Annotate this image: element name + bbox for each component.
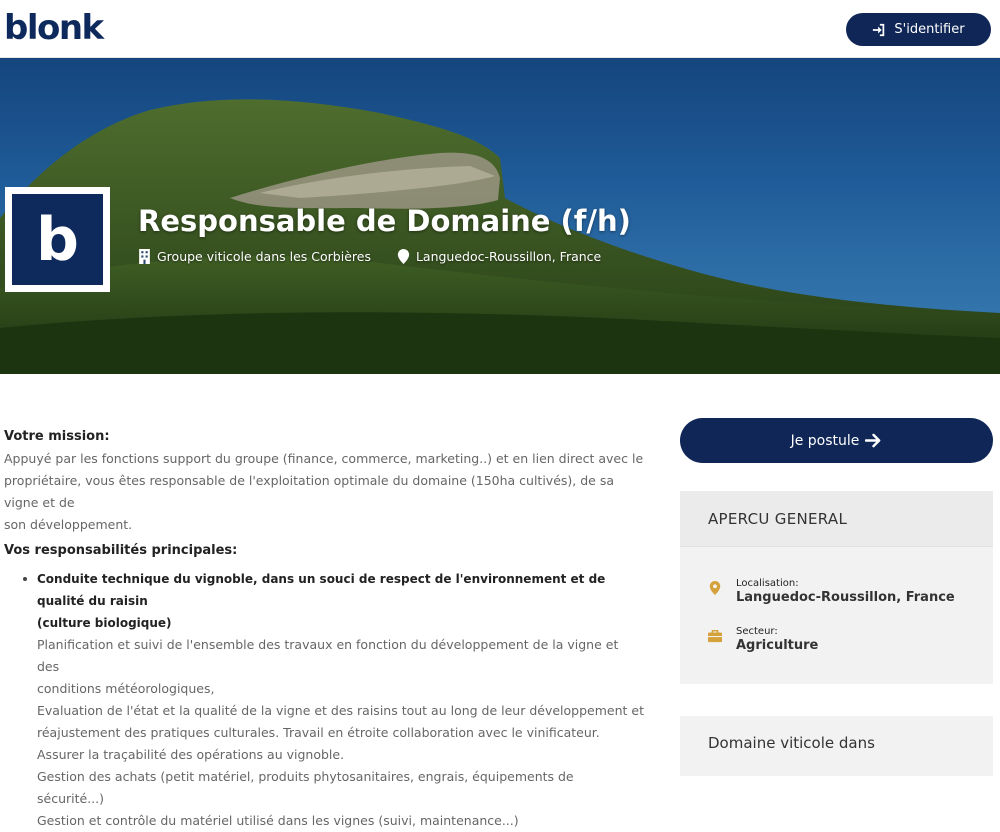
list-item-title: Conduite technique du vignoble, dans un …	[37, 572, 606, 608]
overview-title: APERCU GENERAL	[680, 491, 993, 547]
job-meta: Groupe viticole dans les Corbières Langu…	[138, 249, 601, 264]
list-item-line: Gestion et contrôle du matériel utilisé …	[37, 813, 519, 828]
location-pin-icon	[397, 249, 410, 264]
mission-line: propriétaire, vous êtes responsable de l…	[4, 473, 615, 510]
list-item-line: Gestion des achats (petit matériel, prod…	[37, 769, 574, 806]
sector-label: Secteur:	[736, 626, 778, 637]
list-item-line: Planification et suivi de l'ensemble des…	[37, 637, 619, 674]
briefcase-icon	[708, 630, 722, 643]
list-item: Conduite technique du vignoble, dans un …	[22, 568, 644, 832]
company-logo-letter: b	[12, 194, 103, 285]
building-icon	[139, 249, 150, 264]
company-panel: Domaine viticole dans	[680, 716, 993, 776]
job-title: Responsable de Domaine (f/h)	[138, 204, 631, 238]
location-label: Localisation:	[736, 578, 799, 589]
hero-banner: b Responsable de Domaine (f/h) Groupe vi…	[0, 58, 1000, 374]
list-item-title: (culture biologique)	[37, 616, 172, 630]
overview-sector-row: Secteur: Agriculture	[708, 626, 818, 654]
site-logo[interactable]: blonk	[4, 8, 104, 48]
overview-location-row: Localisation: Languedoc-Roussillon, Fran…	[708, 578, 955, 606]
mission-text: Appuyé par les fonctions support du grou…	[4, 448, 644, 536]
map-marker-icon	[709, 581, 721, 595]
company-name: Groupe viticole dans les Corbières	[157, 249, 371, 264]
mission-line: son développement.	[4, 517, 133, 532]
list-item-line: conditions météorologiques,	[37, 681, 215, 696]
mission-line: Appuyé par les fonctions support du grou…	[4, 451, 644, 466]
apply-label: Je postule	[790, 432, 860, 449]
arrow-right-icon	[865, 433, 881, 448]
responsibilities-heading: Vos responsabilités principales:	[4, 543, 238, 558]
apply-button[interactable]: Je postule	[680, 418, 993, 463]
sector-value: Agriculture	[736, 638, 819, 653]
login-label: S'identifier	[894, 22, 965, 37]
list-item-line: réajustement des pratiques culturales. T…	[37, 725, 600, 740]
login-button[interactable]: S'identifier	[846, 13, 991, 46]
top-navbar: blonk S'identifier	[0, 0, 1000, 58]
location-value: Languedoc-Roussillon, France	[736, 590, 955, 605]
job-location: Languedoc-Roussillon, France	[415, 249, 602, 264]
list-item-line: Assurer la traçabilité des opérations au…	[37, 747, 345, 762]
job-description: Votre mission: Appuyé par les fonctions …	[4, 426, 644, 832]
company-panel-title: Domaine viticole dans	[708, 734, 875, 752]
company-logo: b	[5, 187, 110, 292]
overview-panel: APERCU GENERAL Localisation: Languedoc-R…	[680, 491, 993, 684]
mission-heading: Votre mission:	[4, 429, 110, 444]
responsibilities-list: Conduite technique du vignoble, dans un …	[22, 568, 644, 832]
list-item-line: Evaluation de l'état et la qualité de la…	[37, 703, 644, 718]
sign-in-icon	[873, 23, 885, 36]
